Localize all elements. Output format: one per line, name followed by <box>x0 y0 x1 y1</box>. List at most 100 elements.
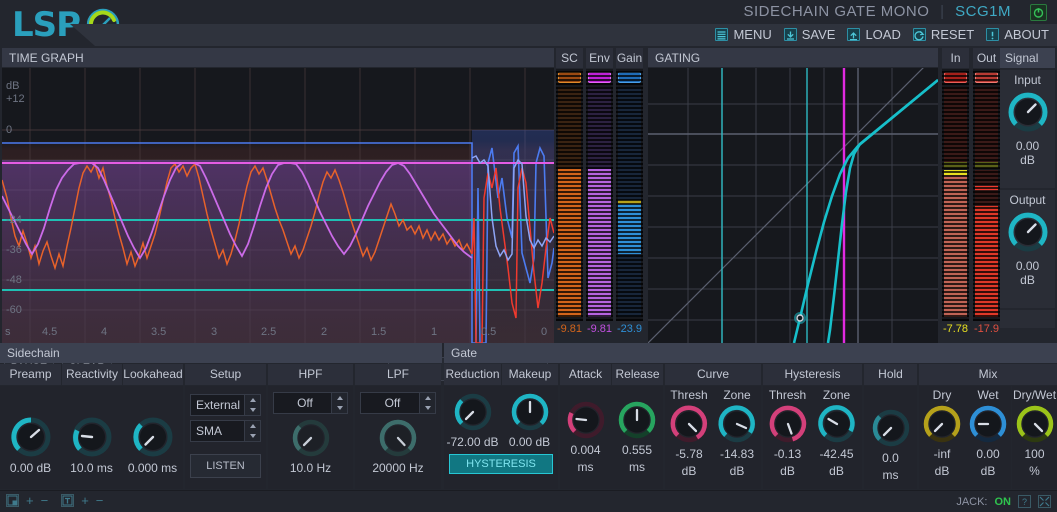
preamp-knob[interactable] <box>10 416 52 458</box>
reduction-knob[interactable] <box>453 392 493 432</box>
setup-cell: Setup External SMA LISTEN <box>185 364 266 489</box>
lpf-label: LPF <box>355 364 441 385</box>
input-gain-knob-dial <box>1008 92 1047 132</box>
hpf-freq-knob[interactable] <box>291 418 331 458</box>
meter-env-label: Env <box>586 48 613 68</box>
sidechain-group: Sidechain <box>0 343 442 363</box>
ui-scale-increase-button[interactable]: + <box>26 494 34 507</box>
attack-knob[interactable] <box>566 400 606 440</box>
font-scale-increase-button[interactable]: + <box>81 494 89 507</box>
gating-plot[interactable]: dB +12 0 -12 -24 -36 -48 -60 out in -60 … <box>648 68 938 343</box>
curve-zone-knob[interactable] <box>717 404 757 444</box>
meter-out-stripes <box>973 69 1000 321</box>
lookahead-knob[interactable] <box>132 416 174 458</box>
dry-control: Dry -inf dB <box>919 386 965 489</box>
signal-title: Signal <box>1000 48 1055 68</box>
meter-sc-stripes <box>556 69 583 321</box>
sidechain-mode-select[interactable]: SMA <box>190 420 261 442</box>
hpf-cell: HPF Off 10.0 Hz <box>268 364 353 489</box>
attack-unit: ms <box>577 460 594 474</box>
dry-label: Dry <box>932 388 952 402</box>
hysteresis-zone-knob[interactable] <box>817 404 857 444</box>
signal-input-value: 0.00 <box>1015 139 1040 153</box>
gating-panel: GATING <box>648 48 938 343</box>
svg-text:?: ? <box>1022 497 1027 507</box>
reset-button[interactable]: RESET <box>912 27 974 42</box>
curve-zone-unit: dB <box>729 464 745 478</box>
drywet-label: Dry/Wet <box>1012 388 1057 402</box>
hold-knob[interactable] <box>871 408 911 448</box>
time-graph-plot[interactable]: dB +12 0 -24 -36 -48 -60 s 4.5 4 3.5 3 2… <box>2 68 554 343</box>
hpf-mode-select[interactable]: Off <box>273 392 348 414</box>
sidechain-source-select[interactable]: External <box>190 394 261 416</box>
curve-zone-value: -14.83 <box>719 447 755 461</box>
hold-unit: ms <box>882 468 899 482</box>
fullscreen-icon[interactable] <box>1038 495 1051 508</box>
plugin-title-text: SIDECHAIN GATE MONO <box>743 3 930 20</box>
setup-label: Setup <box>185 364 266 385</box>
dry-unit: dB <box>934 464 950 478</box>
meter-sc[interactable]: SC -9.81 <box>556 48 583 335</box>
drywet-knob-dial <box>1016 405 1053 443</box>
hysteresis-toggle[interactable]: HYSTERESIS <box>449 454 553 474</box>
dry-knob[interactable] <box>922 404 962 444</box>
hysteresis-thresh-control: Thresh -0.13 dB <box>763 386 812 489</box>
makeup-control: 0.00 dB <box>501 392 558 449</box>
ui-scale-decrease-button[interactable]: − <box>41 494 49 507</box>
sidechain-mode-value: SMA <box>196 424 223 438</box>
output-gain-knob[interactable] <box>1007 211 1049 253</box>
wet-control: Wet 0.00 dB <box>965 386 1011 489</box>
chevron-updown-icon-3 <box>331 393 347 413</box>
hold-cell: Hold 0.0 ms <box>864 364 917 489</box>
signal-input-label: Input <box>1014 73 1041 87</box>
listen-button[interactable]: LISTEN <box>190 454 261 478</box>
save-button[interactable]: SAVE <box>783 26 836 42</box>
hysteresis-label: Hysteresis <box>763 364 862 385</box>
output-gain-knob-dial <box>1008 212 1047 252</box>
input-gain-knob[interactable] <box>1007 91 1049 133</box>
reduction-makeup-cell: Reduction Makeup -72.00 dB 0.00 dB HYSTE… <box>444 364 558 489</box>
dry-knob-dial <box>923 405 961 443</box>
release-knob[interactable] <box>617 400 657 440</box>
font-scale-icon[interactable] <box>61 494 75 507</box>
time-graph-svg <box>2 68 554 343</box>
wet-knob-dial <box>969 405 1007 443</box>
curve-zone-label: Zone <box>723 388 751 402</box>
hysteresis-thresh-knob[interactable] <box>768 404 808 444</box>
meter-gain-body <box>616 69 643 321</box>
menu-label: MENU <box>733 26 772 42</box>
meter-in[interactable]: In -7.78 <box>942 48 969 335</box>
makeup-knob[interactable] <box>510 392 550 432</box>
meter-gain[interactable]: Gain -23.9 <box>616 48 643 335</box>
curve-zone-knob-dial <box>718 405 756 443</box>
lpf-freq-knob[interactable] <box>378 418 418 458</box>
power-icon[interactable] <box>1030 4 1047 21</box>
wet-label: Wet <box>977 388 999 402</box>
meter-out[interactable]: Out -17.9 <box>973 48 1000 335</box>
meter-env[interactable]: Env -9.81 <box>586 48 613 335</box>
load-button[interactable]: LOAD <box>847 27 901 42</box>
logo-dial-icon <box>86 8 120 42</box>
hysteresis-cell: Hysteresis Thresh -0.13 dB Zone -42.45 d… <box>763 364 862 489</box>
meter-in-body <box>942 69 969 321</box>
hpf-freq-value: 10.0 Hz <box>289 461 332 475</box>
gating-title: GATING <box>648 48 938 68</box>
ui-scale-icon[interactable] <box>6 494 19 507</box>
lpf-mode-select[interactable]: Off <box>360 392 436 414</box>
lpf-freq-value: 20000 Hz <box>372 461 424 475</box>
curve-thresh-knob[interactable] <box>669 404 709 444</box>
makeup-value: 0.00 dB <box>508 435 551 449</box>
save-label: SAVE <box>801 26 836 42</box>
reactivity-knob[interactable] <box>71 416 113 458</box>
signal-input-unit: dB <box>1020 153 1035 167</box>
question-icon[interactable]: ? <box>1018 495 1031 508</box>
lpf-freq-knob-dial <box>379 419 417 457</box>
about-button[interactable]: ABOUT <box>986 27 1049 42</box>
menu-button[interactable]: MENU <box>715 26 772 42</box>
lookahead-label: Lookahead <box>122 364 183 385</box>
font-scale-decrease-button[interactable]: − <box>96 494 104 507</box>
gate-title: Gate <box>444 343 1057 363</box>
wet-knob[interactable] <box>968 404 1008 444</box>
time-graph-title: TIME GRAPH <box>2 48 554 68</box>
drywet-knob[interactable] <box>1015 404 1055 444</box>
